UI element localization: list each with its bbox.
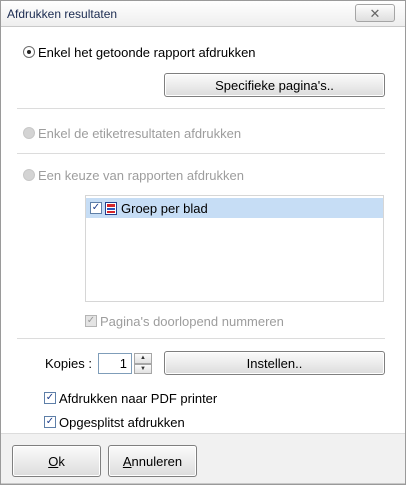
- checkbox-label: Opgesplitst afdrukken: [59, 414, 185, 430]
- print-results-dialog: Afdrukken resultaten ✕ Enkel het getoond…: [0, 0, 406, 485]
- check-icon[interactable]: ✓: [90, 202, 102, 214]
- specific-pages-button[interactable]: Specifieke pagina's..: [164, 73, 385, 97]
- button-bar: Ok Annuleren: [1, 433, 405, 484]
- radio-button-icon[interactable]: [23, 46, 35, 58]
- radio-print-label-results[interactable]: Enkel de etiketresultaten afdrukken: [23, 125, 241, 141]
- radio-label: Een keuze van rapporten afdrukken: [38, 167, 244, 183]
- spin-up-icon[interactable]: ▲: [134, 353, 152, 364]
- radio-label: Enkel het getoonde rapport afdrukken: [38, 44, 256, 60]
- radio-choose-reports[interactable]: Een keuze van rapporten afdrukken: [23, 167, 244, 183]
- close-button[interactable]: ✕: [355, 4, 395, 22]
- window-title: Afdrukken resultaten: [7, 7, 118, 21]
- ok-label-rest: k: [58, 453, 65, 469]
- report-icon: [105, 201, 117, 215]
- ok-button[interactable]: Ok: [12, 445, 101, 477]
- cancel-mnemonic: A: [122, 453, 132, 469]
- list-item-label: Groep per blad: [121, 200, 208, 216]
- radio-print-shown-report[interactable]: Enkel het getoonde rapport afdrukken: [23, 44, 256, 60]
- ok-mnemonic: O: [48, 453, 59, 469]
- radio-button-icon[interactable]: [23, 169, 35, 181]
- list-item[interactable]: ✓ Groep per blad: [86, 198, 383, 218]
- spin-down-icon[interactable]: ▼: [134, 363, 152, 374]
- check-icon[interactable]: ✓: [44, 416, 56, 428]
- pdf-printer-checkbox[interactable]: ✓ Afdrukken naar PDF printer: [44, 390, 217, 406]
- copies-input[interactable]: 1: [98, 353, 132, 374]
- divider: [17, 153, 385, 154]
- radio-label: Enkel de etiketresultaten afdrukken: [38, 125, 242, 141]
- checkbox-label: Afdrukken naar PDF printer: [59, 390, 218, 406]
- title-bar: Afdrukken resultaten ✕: [1, 1, 405, 27]
- copies-stepper[interactable]: ▲ ▼: [134, 353, 152, 374]
- copies-label: Kopies :: [45, 356, 92, 371]
- cancel-button[interactable]: Annuleren: [108, 445, 197, 477]
- divider: [17, 108, 385, 109]
- split-print-checkbox[interactable]: ✓ Opgesplitst afdrukken: [44, 414, 185, 430]
- continuous-numbering-checkbox[interactable]: ✓ Pagina's doorlopend nummeren: [85, 313, 284, 329]
- radio-button-icon[interactable]: [23, 127, 35, 139]
- report-listbox[interactable]: ✓ Groep per blad: [85, 195, 384, 302]
- divider: [17, 338, 385, 339]
- close-icon: ✕: [369, 5, 381, 21]
- cancel-label-rest: nnuleren: [131, 453, 183, 469]
- check-icon[interactable]: ✓: [85, 315, 97, 327]
- settings-button[interactable]: Instellen..: [164, 351, 385, 375]
- check-icon[interactable]: ✓: [44, 392, 56, 404]
- checkbox-label: Pagina's doorlopend nummeren: [100, 313, 284, 329]
